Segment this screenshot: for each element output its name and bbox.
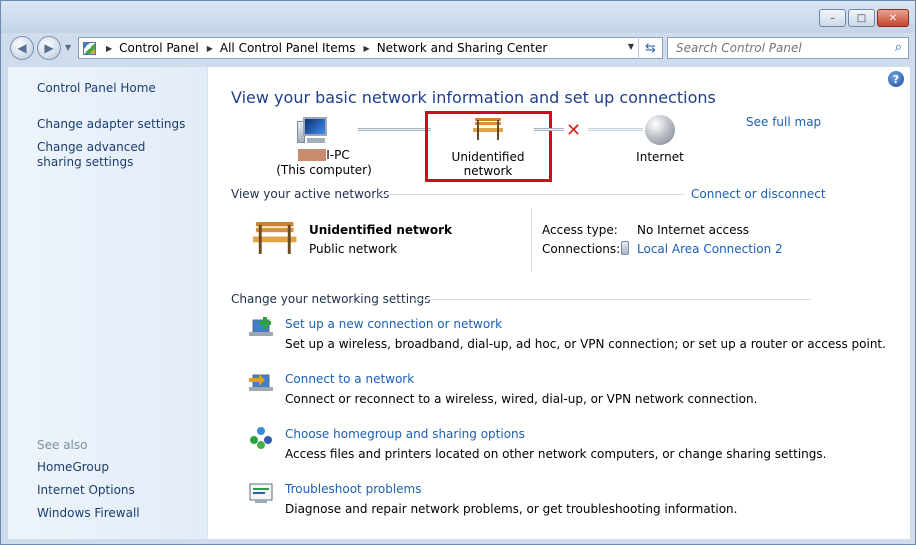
setup-connection-desc: Set up a wireless, broadband, dial-up, a…: [285, 337, 886, 351]
active-networks-heading: View your active networks: [231, 187, 390, 201]
page-title: View your basic network information and …: [231, 88, 716, 107]
chevron-right-icon[interactable]: ▶: [364, 44, 370, 53]
see-full-map-link[interactable]: See full map: [746, 115, 821, 129]
address-dropdown-icon[interactable]: ▼: [628, 42, 634, 51]
bench-icon: [253, 222, 297, 254]
divider: [378, 194, 684, 195]
computer-name: I-PC: [326, 148, 350, 162]
connection-line: [358, 128, 431, 131]
refresh-icon: ⇆: [645, 40, 656, 56]
sidebar-item-windows-firewall[interactable]: Windows Firewall: [37, 506, 140, 521]
computer-icon: [297, 117, 329, 145]
refresh-button[interactable]: ⇆: [638, 37, 662, 59]
search-input[interactable]: [676, 41, 881, 55]
change-settings-heading: Change your networking settings: [231, 292, 431, 306]
connect-to-network-desc: Connect or reconnect to a wireless, wire…: [285, 392, 758, 406]
homegroup-sharing-desc: Access files and printers located on oth…: [285, 447, 827, 461]
homegroup-icon: [250, 427, 272, 449]
maximize-button[interactable]: □: [848, 9, 875, 27]
connect-network-icon: [249, 374, 273, 391]
arrow-right-icon: ▶: [44, 41, 54, 55]
disconnected-x-icon: ✕: [566, 120, 582, 141]
divider: [413, 299, 811, 300]
close-button[interactable]: ✕: [877, 9, 909, 27]
sidebar-item-change-advanced-sharing[interactable]: Change advanced sharing settings: [37, 140, 187, 170]
breadcrumb-network-sharing[interactable]: Network and Sharing Center: [377, 41, 548, 55]
sidebar-item-internet-options[interactable]: Internet Options: [37, 483, 135, 498]
troubleshoot-icon: [249, 483, 273, 503]
help-button[interactable]: ?: [888, 71, 904, 87]
connection-line: [534, 128, 564, 131]
search-icon[interactable]: ⌕: [895, 40, 902, 55]
main-content: ? View your basic network information an…: [208, 67, 910, 539]
sidebar: Control Panel Home Change adapter settin…: [8, 67, 208, 539]
back-button[interactable]: ◀: [10, 36, 34, 60]
internet-globe-icon[interactable]: [645, 115, 675, 145]
navigation-bar: ◀ ▶ ▼ ▶ Control Panel ▶ All Control Pane…: [1, 33, 915, 63]
troubleshoot-link[interactable]: Troubleshoot problems: [285, 482, 421, 496]
chevron-right-icon[interactable]: ▶: [207, 44, 213, 53]
connection-line: [588, 128, 643, 131]
sidebar-item-control-panel-home[interactable]: Control Panel Home: [37, 81, 156, 96]
troubleshoot-desc: Diagnose and repair network problems, or…: [285, 502, 738, 516]
see-also-heading: See also: [37, 438, 88, 452]
help-icon: ?: [892, 72, 900, 86]
access-type-label: Access type:: [542, 223, 618, 237]
recent-pages-dropdown[interactable]: ▼: [65, 43, 71, 52]
computer-subtitle: (This computer): [276, 163, 372, 177]
forward-button[interactable]: ▶: [37, 36, 61, 60]
computer-label: I-PC (This computer): [274, 148, 374, 178]
highlight-box: [425, 111, 552, 182]
setup-connection-link[interactable]: Set up a new connection or network: [285, 317, 502, 331]
breadcrumb-control-panel[interactable]: Control Panel: [119, 41, 199, 55]
active-network-name: Unidentified network: [309, 223, 452, 237]
map-internet-label[interactable]: Internet: [623, 150, 697, 164]
arrow-left-icon: ◀: [17, 41, 27, 55]
active-network-type-link[interactable]: Public network: [309, 242, 397, 256]
chevron-right-icon[interactable]: ▶: [106, 44, 112, 53]
breadcrumb-all-items[interactable]: All Control Panel Items: [220, 41, 356, 55]
local-area-connection-link[interactable]: Local Area Connection 2: [637, 242, 783, 256]
title-bar: – □ ✕: [1, 1, 915, 33]
sidebar-item-change-adapter-settings[interactable]: Change adapter settings: [37, 117, 185, 132]
connect-to-network-link[interactable]: Connect to a network: [285, 372, 414, 386]
sidebar-item-homegroup[interactable]: HomeGroup: [37, 460, 109, 475]
connections-label: Connections:: [542, 242, 621, 256]
minimize-button[interactable]: –: [819, 9, 846, 27]
homegroup-sharing-link[interactable]: Choose homegroup and sharing options: [285, 427, 525, 441]
control-panel-icon: [83, 41, 96, 55]
window: – □ ✕ ◀ ▶ ▼ ▶ Control Panel ▶ All Contro…: [0, 0, 916, 545]
connect-or-disconnect-link[interactable]: Connect or disconnect: [691, 187, 826, 201]
ethernet-icon: [621, 241, 629, 255]
redacted-name: [298, 149, 327, 161]
breadcrumb: ▶ Control Panel ▶ All Control Panel Item…: [104, 41, 553, 55]
access-type-value: No Internet access: [637, 223, 750, 237]
window-controls: – □ ✕: [819, 9, 909, 27]
address-bar[interactable]: ▶ Control Panel ▶ All Control Panel Item…: [78, 37, 663, 59]
vertical-divider: [531, 208, 532, 272]
new-connection-icon: [249, 317, 273, 336]
search-box[interactable]: ⌕: [667, 37, 909, 59]
